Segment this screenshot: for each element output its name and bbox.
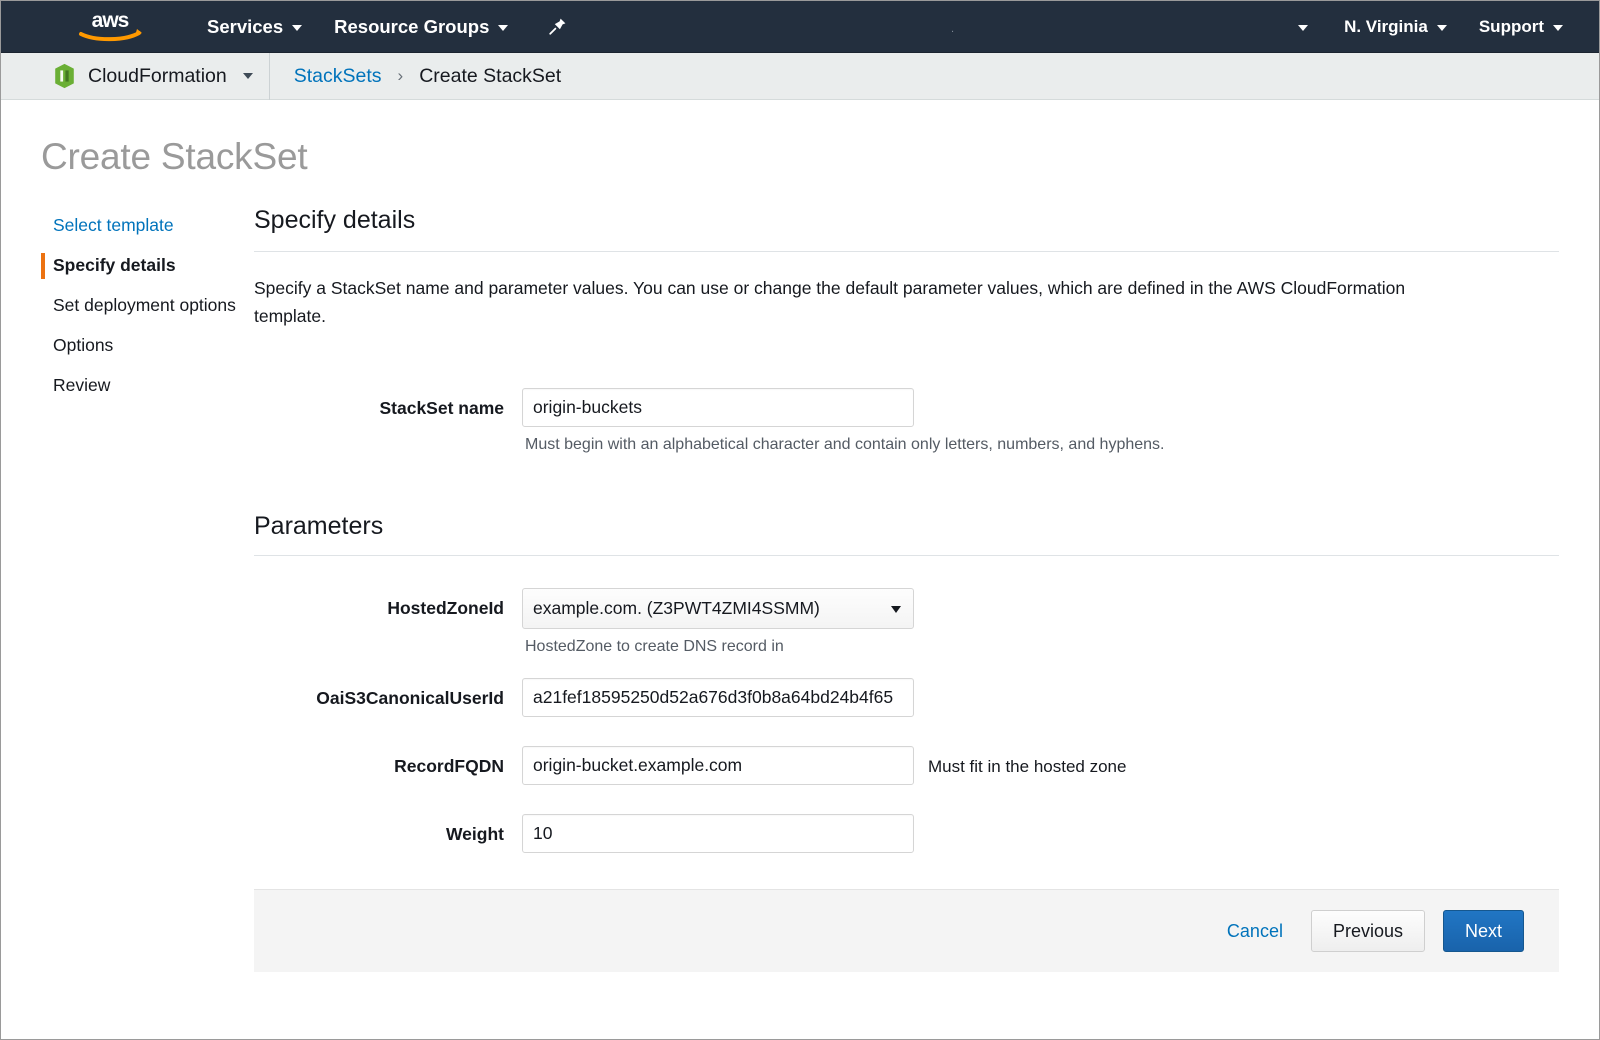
form-row-recordfqdn: RecordFQDN Must fit in the hosted zone [254,746,1559,785]
stackset-name-block: StackSet name Must begin with an alphabe… [254,388,1559,454]
nav-support-menu[interactable]: Support [1463,1,1579,53]
aws-top-navigation: aws Services Resource Groups . N. Virgin… [1,1,1599,53]
nav-region-menu[interactable]: N. Virginia [1328,1,1463,53]
sidebar-item-label: Specify details [53,254,176,275]
hostedzoneid-control: example.com. (Z3PWT4ZMI4SSMM) HostedZone… [522,588,914,656]
chevron-down-icon [1553,24,1563,31]
sidebar-item-label: Set deployment options [53,294,236,315]
service-menu-cloudformation[interactable]: CloudFormation [1,52,270,100]
wizard-sidebar: Select template Specify details Set depl… [1,206,254,972]
nav-support-label: Support [1478,16,1544,36]
breadcrumb-separator-icon: › [397,66,404,85]
sidebar-item-label: Review [53,374,111,395]
aws-logo[interactable]: aws [75,10,145,42]
form-row-stackset-name: StackSet name Must begin with an alphabe… [254,388,1559,454]
hostedzoneid-select[interactable]: example.com. (Z3PWT4ZMI4SSMM) [522,588,914,629]
service-menu-label: CloudFormation [88,64,227,87]
form-row-weight: Weight [254,814,1559,853]
recordfqdn-input[interactable] [522,746,914,785]
sidebar-item-specify-details[interactable]: Specify details [41,246,254,286]
page-layout: Select template Specify details Set depl… [1,206,1599,972]
section-divider [254,251,1559,252]
pin-icon[interactable] [534,1,580,53]
wizard-footer: Cancel Previous Next [254,889,1559,972]
stackset-name-hint: Must begin with an alphabetical characte… [525,436,1165,453]
parameters-divider [254,555,1559,556]
chevron-down-icon [242,73,253,79]
breadcrumb-item-create-stackset: Create StackSet [419,64,562,87]
breadcrumb-bar: CloudFormation StackSets › Create StackS… [1,52,1599,100]
hostedzoneid-label: HostedZoneId [387,598,504,618]
sidebar-item-review[interactable]: Review [41,366,254,406]
wizard-content: Specify details Specify a StackSet name … [254,206,1599,972]
parameters-section: Parameters HostedZoneId example.com. (Z3… [254,512,1559,853]
sidebar-item-label: Select template [53,215,174,235]
recordfqdn-label: RecordFQDN [394,756,504,776]
oais3canonicaluserid-input[interactable] [522,678,914,717]
nav-region-label: N. Virginia [1344,16,1428,36]
oais3canonicaluserid-control [522,678,914,717]
nav-right-group: N. Virginia Support [1278,1,1579,53]
chevron-down-icon [292,24,303,31]
sidebar-item-select-template[interactable]: Select template [41,206,254,246]
recordfqdn-control [522,746,914,785]
section-heading-specify-details: Specify details [254,206,416,234]
stackset-name-control: Must begin with an alphabetical characte… [522,388,1165,454]
hostedzoneid-hint: HostedZone to create DNS record in [525,638,784,655]
breadcrumb: StackSets › Create StackSet [270,65,561,88]
recordfqdn-side-hint: Must fit in the hosted zone [928,757,1127,776]
chevron-down-icon [1436,24,1447,31]
stackset-name-input[interactable] [522,388,914,427]
nav-resource-groups[interactable]: Resource Groups [318,1,524,53]
svg-text:aws: aws [92,10,129,32]
section-description: Specify a StackSet name and parameter va… [254,278,1406,326]
sidebar-item-set-deployment-options[interactable]: Set deployment options [41,286,254,326]
page-title: Create StackSet [41,136,308,177]
stackset-name-label: StackSet name [379,398,504,418]
hostedzoneid-selected-value: example.com. (Z3PWT4ZMI4SSMM) [533,598,820,618]
nav-resource-groups-label: Resource Groups [334,15,490,37]
section-heading-parameters: Parameters [254,512,384,540]
previous-button[interactable]: Previous [1310,910,1425,952]
hostedzoneid-select-wrap: example.com. (Z3PWT4ZMI4SSMM) [522,588,914,629]
browser-page: aws Services Resource Groups . N. Virgin… [0,0,1600,1040]
sidebar-item-label: Options [53,334,114,355]
chevron-down-icon [1298,24,1309,31]
form-row-oais3canonicaluserid: OaiS3CanonicalUserId [254,678,1559,717]
weight-input[interactable] [522,814,914,853]
chevron-down-icon [498,24,509,31]
form-row-hostedzoneid: HostedZoneId example.com. (Z3PWT4ZMI4SSM… [254,588,1559,656]
breadcrumb-item-stacksets[interactable]: StackSets [294,65,382,88]
weight-control [522,814,914,853]
next-button[interactable]: Next [1442,910,1524,952]
nav-services[interactable]: Services [191,1,318,53]
weight-label: Weight [445,824,504,844]
nav-account-menu[interactable] [1278,1,1328,53]
nav-services-label: Services [207,15,284,37]
sidebar-item-options[interactable]: Options [41,326,254,366]
cancel-button[interactable]: Cancel [1217,915,1293,948]
cloudformation-icon [55,63,74,89]
oais3canonicaluserid-label: OaiS3CanonicalUserId [316,688,504,708]
account-menu-label: . [951,23,955,35]
